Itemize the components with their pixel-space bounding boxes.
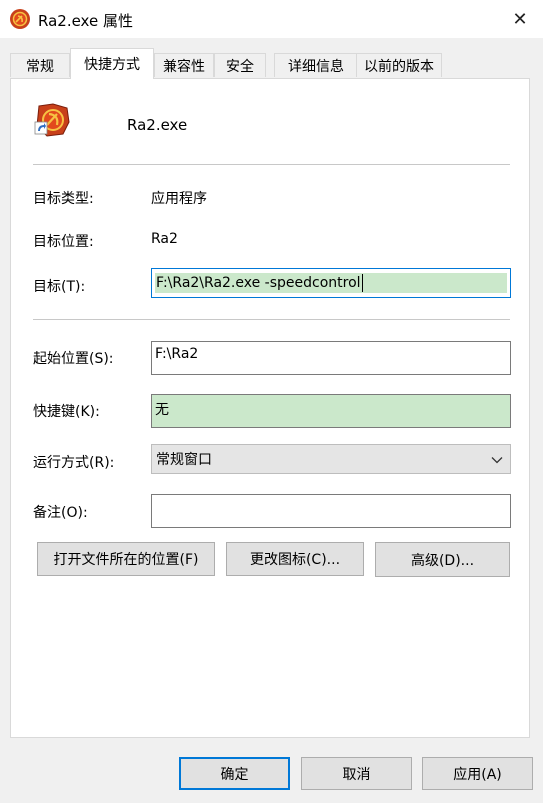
tab-general[interactable]: 常规 (10, 53, 70, 77)
target-input[interactable]: F:\Ra2\Ra2.exe -speedcontrol (151, 268, 511, 298)
tab-previous-versions[interactable]: 以前的版本 (356, 53, 442, 77)
target-label: 目标(T): (33, 279, 86, 295)
run-label: 运行方式(R): (33, 455, 115, 471)
shortcut-file-name: Ra2.exe (127, 116, 188, 134)
title-bar[interactable]: Ra2.exe 属性 ✕ (0, 0, 543, 38)
close-icon: ✕ (512, 8, 528, 30)
hotkey-input[interactable]: 无 (151, 394, 511, 428)
tab-details[interactable]: 详细信息 (274, 53, 358, 77)
target-type-value: 应用程序 (151, 191, 207, 207)
tab-compatibility[interactable]: 兼容性 (154, 53, 214, 77)
divider-middle (33, 319, 510, 320)
shortcut-app-icon (33, 100, 73, 140)
comment-input[interactable] (151, 494, 511, 528)
hotkey-label: 快捷键(K): (33, 404, 100, 420)
divider-top (33, 164, 510, 165)
start-in-input[interactable]: F:\Ra2 (151, 341, 511, 375)
tab-security[interactable]: 安全 (214, 53, 266, 77)
tab-shortcut[interactable]: 快捷方式 (70, 48, 154, 79)
target-input-text: F:\Ra2\Ra2.exe -speedcontrol (156, 275, 361, 291)
app-icon[interactable] (9, 8, 31, 30)
cancel-button[interactable]: 取消 (301, 757, 412, 790)
open-file-location-button[interactable]: 打开文件所在的位置(F) (37, 542, 215, 576)
target-location-label: 目标位置: (33, 234, 94, 250)
comment-label: 备注(O): (33, 505, 88, 521)
target-type-label: 目标类型: (33, 191, 94, 207)
chevron-down-icon (491, 457, 503, 464)
text-caret (361, 274, 363, 292)
run-select[interactable]: 常规窗口 (151, 444, 511, 474)
window-title: Ra2.exe 属性 (38, 12, 133, 30)
advanced-button[interactable]: 高级(D)... (375, 542, 510, 577)
target-location-value: Ra2 (151, 231, 178, 247)
apply-button[interactable]: 应用(A) (422, 757, 533, 790)
start-in-label: 起始位置(S): (33, 351, 114, 367)
ok-button[interactable]: 确定 (179, 757, 290, 790)
change-icon-button[interactable]: 更改图标(C)... (226, 542, 364, 576)
close-button[interactable]: ✕ (497, 0, 543, 38)
